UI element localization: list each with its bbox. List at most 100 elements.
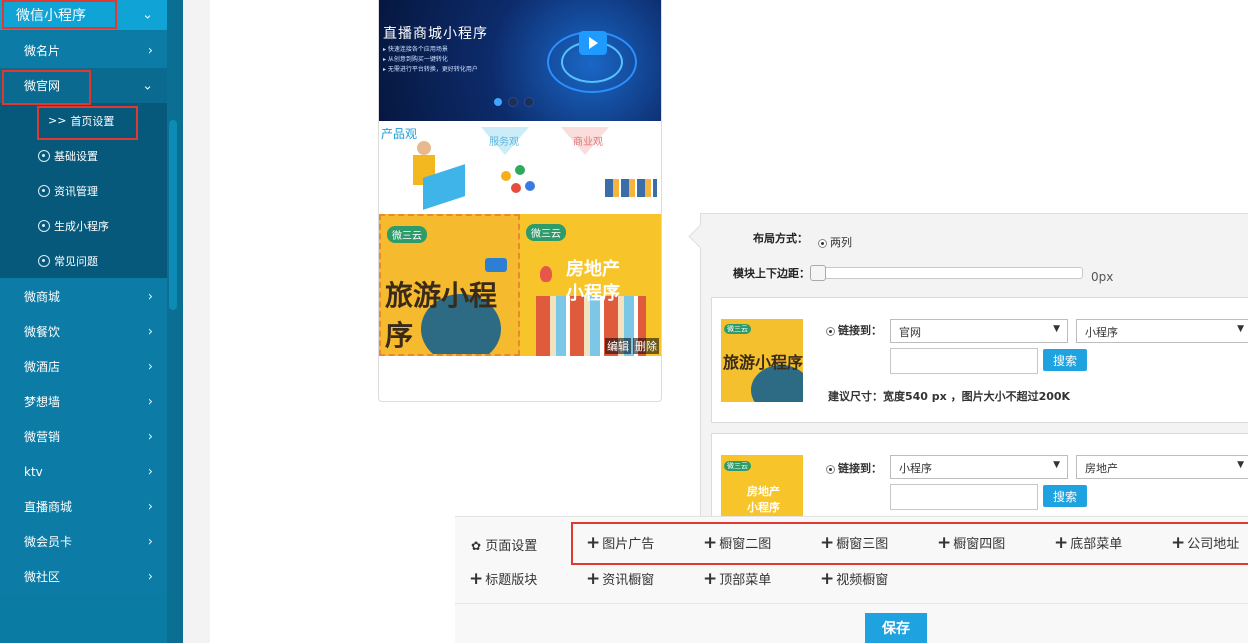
tile-travel[interactable]: 微三云 旅游小程序 [379, 214, 520, 356]
sidebar: 微信小程序 ⌄ 微名片 › 微官网 ⌄ >> 首页设置 基础设置 资讯管理 生成… [0, 0, 183, 643]
radio-icon [818, 238, 827, 248]
tile-realestate[interactable]: 微三云 房地产小程序 编辑 删除 [520, 214, 661, 356]
sidebar-sub-news[interactable]: 资讯管理 [0, 173, 167, 208]
edit-button[interactable]: 编辑 [605, 338, 631, 354]
sidebar-item-label: 微餐饮 [24, 325, 61, 339]
sidebar-item-label: 微商城 [24, 290, 61, 304]
highlight-box [571, 522, 1248, 565]
balloon-icon [540, 266, 552, 282]
search-input[interactable] [890, 348, 1038, 374]
sidebar-item-ktv[interactable]: ktv › [0, 454, 167, 489]
save-button[interactable]: 保存 [865, 613, 927, 643]
radio-icon[interactable] [826, 326, 835, 336]
add-video-window-button[interactable]: + 视频橱窗 [820, 569, 888, 589]
tile-text: 旅游小程序 [385, 279, 498, 352]
sidebar-scrollbar[interactable] [169, 120, 177, 310]
link-target-select[interactable]: 小程序 ▼ [1076, 319, 1248, 343]
banner-image[interactable]: 直播商城小程序 ▸ 快速连接各个应用场景 ▸ 从创意到购买一键转化 ▸ 无需进行… [379, 0, 661, 121]
toolbar-label: 视频橱窗 [836, 573, 889, 588]
delete-button[interactable]: 删除 [633, 338, 659, 354]
select-value: 官网 [899, 326, 921, 339]
chevron-right-icon: › [147, 429, 153, 444]
dot-icon [515, 165, 525, 175]
chevron-right-icon: › [147, 499, 153, 514]
carousel-dot[interactable] [524, 97, 534, 107]
sidebar-item-hotel[interactable]: 微酒店 › [0, 349, 167, 384]
chevron-right-icon: › [147, 394, 153, 409]
sidebar-item-live-mall[interactable]: 直播商城 › [0, 489, 167, 524]
carousel-dot[interactable] [508, 97, 518, 107]
dropdown-caret-icon: ▼ [1237, 324, 1244, 334]
thumb-text: 房地产小程序 [747, 485, 780, 514]
window-settings-panel: 布局方式： 两列 模块上下边距： 0px 微三云 旅游小程序 链接到： 官网 ▼… [700, 213, 1248, 559]
link-category-select[interactable]: 官网 ▼ [890, 319, 1068, 343]
sidebar-item-label: 微营销 [24, 430, 61, 444]
carousel-dots [494, 97, 534, 107]
phones-illustration [605, 179, 657, 197]
sidebar-sub-basic-settings[interactable]: 基础设置 [0, 138, 167, 173]
layout-label: 布局方式： [753, 232, 808, 245]
slider-handle[interactable] [810, 265, 826, 281]
page-settings-button[interactable]: ✿ 页面设置 [471, 535, 537, 554]
gear-icon [38, 149, 50, 162]
dot-icon [501, 171, 511, 181]
sidebar-item-label: 直播商城 [24, 500, 73, 514]
tile-actions: 编辑 删除 [605, 338, 659, 354]
link-category-select[interactable]: 小程序 ▼ [890, 455, 1068, 479]
layout-radio[interactable]: 两列 [818, 234, 852, 250]
tv-icon [579, 31, 607, 55]
divider [455, 603, 1248, 604]
plus-icon: + [820, 569, 835, 589]
add-news-window-button[interactable]: + 资讯橱窗 [586, 569, 654, 589]
window-tiles: 微三云 旅游小程序 微三云 房地产小程序 编辑 删除 [379, 214, 661, 356]
search-button[interactable]: 搜索 [1043, 349, 1087, 371]
chevron-right-icon: › [147, 324, 153, 339]
highlight-box [2, 0, 117, 29]
sidebar-item-marketing[interactable]: 微营销 › [0, 419, 167, 454]
sidebar-sub-faq[interactable]: 常见问题 [0, 243, 167, 278]
chevron-right-icon: › [147, 569, 153, 584]
component-toolbar: ✿ 页面设置 + 图片广告 + 橱窗二图 + 橱窗三图 + 橱窗四图 + 底部菜单 + 公司… [455, 516, 1248, 643]
carousel-dot[interactable] [494, 98, 502, 106]
chevron-right-icon: › [147, 43, 153, 58]
add-top-menu-button[interactable]: + 顶部菜单 [703, 569, 771, 589]
sidebar-sub-generate[interactable]: 生成小程序 [0, 208, 167, 243]
thumbnail-travel[interactable]: 微三云 旅游小程序 [721, 319, 803, 402]
radio-icon[interactable] [826, 464, 835, 474]
thumb-text: 旅游小程序 [723, 353, 803, 372]
sidebar-item-label: 微酒店 [24, 360, 61, 374]
sidebar-item-card[interactable]: 微名片 › [0, 33, 167, 68]
brand-logo: 微三云 [724, 461, 751, 471]
search-button[interactable]: 搜索 [1043, 485, 1087, 507]
card-label: 商业观 [573, 137, 603, 148]
sidebar-item-catering[interactable]: 微餐饮 › [0, 314, 167, 349]
gear-icon [38, 219, 50, 232]
chevron-right-icon: › [147, 359, 153, 374]
search-input[interactable] [890, 484, 1038, 510]
card-product[interactable]: 产品观 [379, 121, 473, 214]
toolbar-label: 页面设置 [485, 539, 538, 554]
margin-value: 0px [1091, 270, 1114, 284]
sidebar-item-mall[interactable]: 微商城 › [0, 279, 167, 314]
link-target-select[interactable]: 房地产 ▼ [1076, 455, 1248, 479]
card-service[interactable]: 服务观 [473, 121, 567, 214]
plus-icon: + [703, 569, 718, 589]
chevron-right-icon: › [147, 464, 153, 479]
link-label: 链接到： [826, 460, 882, 476]
gear-icon [38, 254, 50, 267]
add-title-block-button[interactable]: + 标题版块 [469, 569, 537, 589]
bus-icon [485, 258, 507, 272]
sidebar-item-label: 微名片 [24, 44, 61, 58]
select-value: 小程序 [1085, 326, 1118, 339]
margin-slider[interactable] [810, 265, 1083, 281]
sidebar-item-dream-wall[interactable]: 梦想墙 › [0, 384, 167, 419]
card-business[interactable]: 商业观 [561, 121, 661, 214]
sidebar-item-community[interactable]: 微社区 › [0, 559, 167, 594]
card-label: 产品观 [381, 127, 418, 141]
sidebar-item-member-card[interactable]: 微会员卡 › [0, 524, 167, 559]
margin-label: 模块上下边距： [733, 267, 810, 280]
brand-logo: 微三云 [724, 324, 751, 334]
sidebar-sub-label: 资讯管理 [54, 184, 98, 198]
plus-icon: + [469, 569, 484, 589]
tile-text: 房地产小程序 [566, 259, 620, 304]
